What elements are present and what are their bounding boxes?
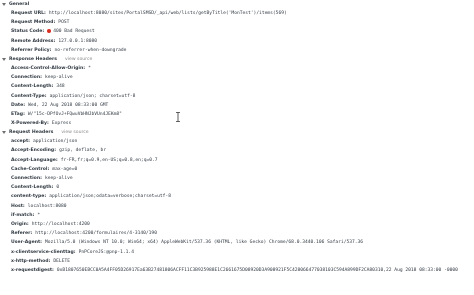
header-key: X-Powered-By: [11, 121, 49, 127]
header-key: Referer: [11, 231, 33, 237]
header-row[interactable]: x-http-method: DELETE [0, 257, 474, 266]
header-key: if-match: [11, 212, 35, 218]
header-row[interactable]: x-requestdigest: 0xB1807650EBCC0A5A4FF05D… [0, 266, 474, 275]
header-row[interactable]: Cache-Control: max-age=0 [0, 165, 474, 174]
header-value: http://localhost:4200/formulaires/4-3140… [35, 231, 157, 237]
header-value: gzip, deflate, br [59, 148, 107, 154]
header-value: PnPCoreJS:@pnp-1.1.4 [78, 249, 134, 255]
header-row[interactable]: Content-Length: 0 [0, 183, 474, 192]
header-value: 127.0.0.1:8080 [58, 38, 98, 44]
header-value: Wed, 22 Aug 2018 08:33:00 GMT [28, 102, 109, 108]
header-row[interactable]: content-type: application/json;odata=verb… [0, 192, 474, 201]
header-key: Content-Length: [11, 84, 54, 90]
header-key: Content-Length: [11, 185, 54, 191]
header-row[interactable]: Request Method: POST [0, 18, 474, 27]
response-headers-section-header[interactable]: Response Headers view source [0, 55, 474, 64]
header-key: content-type: [11, 194, 47, 200]
header-value: 0xB1807650EBCC0A5A4FF05D26917Ea63B274818… [56, 267, 458, 273]
header-key: Origin: [11, 221, 29, 227]
header-row[interactable]: Date: Wed, 22 Aug 2018 08:33:00 GMT [0, 101, 474, 110]
header-row[interactable]: if-match: * [0, 211, 474, 220]
header-row[interactable]: Connection: keep-alive [0, 73, 474, 82]
header-row[interactable]: Request URL: http://localhost:8080/sites/… [0, 9, 474, 18]
header-row[interactable]: Origin: http://localhost:4200 [0, 220, 474, 229]
header-key: Request Method: [11, 20, 56, 26]
header-row[interactable]: Access-Control-Allow-Origin: * [0, 64, 474, 73]
header-value: POST [58, 20, 70, 26]
header-value: * [88, 65, 91, 71]
header-row[interactable]: accept: application/json [0, 137, 474, 146]
header-key: Content-Type: [11, 93, 47, 99]
general-section-header[interactable]: General [0, 0, 474, 9]
request-view-source-link[interactable]: view source [61, 130, 88, 135]
header-value: 348 [56, 84, 65, 90]
header-value: * [37, 212, 41, 218]
header-value: http://localhost:8080/sites/PortalSMSD/_… [48, 11, 287, 16]
general-title: General [9, 2, 30, 7]
header-row[interactable]: User-Agent: Mozilla/5.0 (Windows NT 10.0;… [0, 238, 474, 247]
header-key: Referrer Policy: [11, 47, 52, 53]
header-key: Accept-Language: [11, 157, 58, 163]
response-headers-section: Response Headers view source Access-Cont… [0, 55, 474, 128]
header-value: keep-alive [44, 75, 73, 81]
header-key: Status Code: [11, 29, 45, 35]
header-key: ETag: [11, 111, 25, 117]
request-headers-section-header[interactable]: Request Headers view source [0, 128, 474, 137]
header-row[interactable]: Connection: keep-alive [0, 174, 474, 183]
header-value: http://localhost:4200 [31, 221, 90, 227]
header-key: Request URL: [11, 11, 46, 16]
header-value: max-age=0 [52, 166, 78, 172]
status-dot-icon [47, 28, 52, 33]
header-row[interactable]: Host: localhost:8080 [0, 202, 474, 211]
header-row[interactable]: x-clientservice-clienttag: PnPCoreJS:@pnp… [0, 248, 474, 257]
header-key: Access-Control-Allow-Origin: [11, 65, 86, 71]
header-key: Host: [11, 203, 25, 209]
header-row[interactable]: Referer: http://localhost:4200/formulaire… [0, 229, 474, 238]
header-value: application/json;odata=verbose;charset=u… [49, 194, 171, 200]
request-headers-section: Request Headers view source accept: appli… [0, 128, 474, 275]
header-value: no-referrer-when-downgrade [54, 47, 127, 53]
header-key: User-Agent: [11, 240, 43, 246]
header-key: x-http-method: [11, 258, 51, 264]
header-key: Accept-Encoding: [11, 148, 57, 154]
caret-down-icon[interactable] [2, 131, 6, 135]
header-value: fr-FR,fr;q=0.9,en-US;q=0.8,en;q=0.7 [60, 157, 158, 163]
caret-down-icon[interactable] [2, 57, 6, 61]
header-value: DELETE [53, 258, 70, 264]
header-key: Date: [11, 102, 26, 108]
header-row[interactable]: Accept-Language: fr-FR,fr;q=0.9,en-US;q=0… [0, 156, 474, 165]
header-key: Connection: [11, 75, 42, 81]
general-section: General Request URL: http://localhost:808… [0, 0, 474, 55]
header-value: W/"15c-DPfOvJ+FQwuVbHNJbVUn4JEKm8" [27, 111, 122, 117]
header-row[interactable]: Remote Address: 127.0.0.1:8080 [0, 37, 474, 46]
header-value: Express [51, 121, 72, 127]
header-key: x-requestdigest: [11, 267, 54, 273]
header-value: 0 [56, 185, 60, 191]
header-row[interactable]: ETag: W/"15c-DPfOvJ+FQwuVbHNJbVUn4JEKm8" [0, 110, 474, 119]
header-value: localhost:8080 [27, 203, 67, 209]
header-row[interactable]: Content-Length: 348 [0, 82, 474, 91]
header-row[interactable]: Status Code: 400 Bad Request [0, 27, 474, 36]
header-key: x-clientservice-clienttag: [11, 249, 76, 255]
header-key: Connection: [11, 176, 42, 181]
header-key: Cache-Control: [11, 166, 50, 172]
header-row[interactable]: Accept-Encoding: gzip, deflate, br [0, 146, 474, 155]
header-key: accept: [11, 139, 30, 145]
request-headers-title: Request Headers [9, 130, 54, 136]
header-value: Mozilla/5.0 (Windows NT 10.0; Win64; x64… [45, 240, 364, 246]
header-value: application/json; charset=utf-8 [49, 93, 136, 99]
header-key: Remote Address: [11, 38, 56, 44]
header-row[interactable]: Content-Type: application/json; charset=u… [0, 92, 474, 101]
header-value: keep-alive [44, 176, 73, 181]
header-row[interactable]: Referrer Policy: no-referrer-when-downgra… [0, 46, 474, 55]
header-value: application/json [32, 139, 78, 145]
response-headers-title: Response Headers [9, 56, 58, 62]
text-cursor-icon [176, 112, 180, 122]
header-row[interactable]: X-Powered-By: Express [0, 119, 474, 128]
caret-down-icon[interactable] [2, 3, 6, 6]
header-value: 400 Bad Request [53, 29, 95, 35]
response-view-source-link[interactable]: view source [65, 57, 92, 62]
